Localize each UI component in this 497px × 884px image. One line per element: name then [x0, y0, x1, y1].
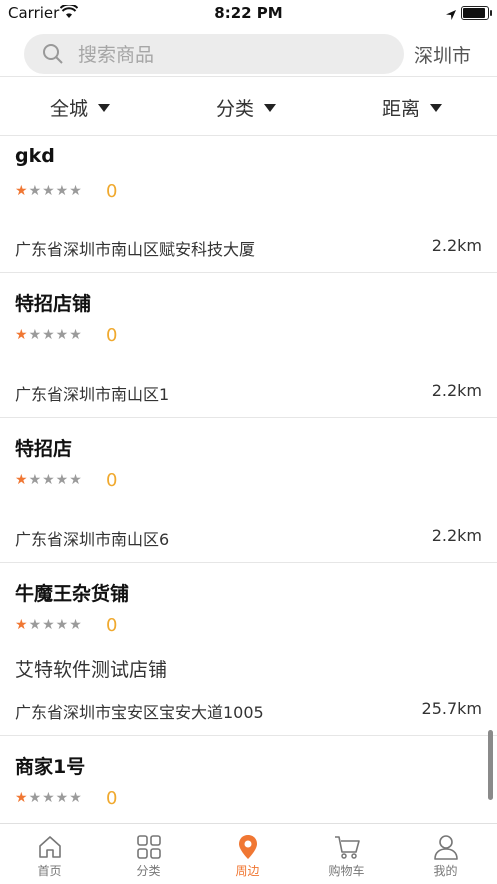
store-distance: 2.2km	[431, 236, 482, 255]
store-item[interactable]: 特招店 ★★★★★ 0 广东省深圳市南山区6 2.2km	[0, 418, 497, 563]
store-name: 牛魔王杂货铺	[15, 583, 130, 605]
store-name: 特招店铺	[15, 293, 92, 315]
tab-cart[interactable]: 购物车	[297, 824, 396, 884]
status-bar: Carrier 8:22 PM	[0, 0, 497, 28]
category-icon	[136, 835, 161, 859]
store-distance: 25.7km	[421, 699, 482, 718]
triangle-down-icon	[98, 103, 111, 112]
filter-distance-label: 距离	[382, 98, 421, 120]
store-address: 广东省深圳市宝安区宝安大道1005	[15, 703, 264, 722]
triangle-down-icon	[430, 103, 443, 112]
search-box[interactable]	[24, 34, 404, 76]
scrollbar[interactable]	[488, 730, 493, 800]
store-address: 广东省深圳市南山区6	[15, 530, 170, 549]
location-pin-icon	[238, 835, 257, 859]
tab-mine-label: 我的	[433, 864, 458, 878]
filter-area[interactable]: 全城	[50, 94, 111, 121]
store-item[interactable]: 牛魔王杂货铺 ★★★★★ 0 艾特软件测试店铺 广东省深圳市宝安区宝安大道100…	[0, 563, 497, 736]
rating-score: 0	[106, 615, 118, 636]
search-input[interactable]	[76, 34, 380, 76]
tab-home-label: 首页	[37, 864, 62, 878]
tab-nearby-label: 周边	[235, 864, 260, 878]
rating-stars: ★★★★★	[15, 327, 83, 343]
store-list: gkd ★★★★★ 0 广东省深圳市南山区赋安科技大厦 2.2km 特招店铺 ★…	[0, 135, 497, 823]
store-distance: 2.2km	[431, 381, 482, 400]
rating-stars: ★★★★★	[15, 183, 83, 199]
rating-stars: ★★★★★	[15, 790, 83, 806]
tab-cart-label: 购物车	[328, 864, 365, 878]
tab-home[interactable]: 首页	[0, 824, 99, 884]
rating-stars: ★★★★★	[15, 472, 83, 488]
store-name: gkd	[15, 145, 55, 167]
tab-category[interactable]: 分类	[99, 824, 198, 884]
store-item[interactable]: 特招店铺 ★★★★★ 0 广东省深圳市南山区1 2.2km	[0, 273, 497, 418]
store-name: 商家1号	[15, 756, 86, 778]
store-address: 广东省深圳市南山区1	[15, 385, 170, 404]
city-selector[interactable]: 深圳市	[414, 41, 471, 68]
store-description: 艾特软件测试店铺	[15, 659, 168, 681]
store-item[interactable]: 商家1号 ★★★★★ 0	[0, 736, 497, 823]
cart-icon	[334, 836, 360, 859]
triangle-down-icon	[264, 103, 277, 112]
store-name: 特招店	[15, 438, 73, 460]
tab-bar: 首页 分类 周边 购物车 我的	[0, 823, 497, 884]
filter-area-label: 全城	[50, 98, 89, 120]
search-icon	[42, 43, 64, 69]
rating-score: 0	[106, 470, 118, 491]
status-time: 8:22 PM	[214, 4, 283, 22]
filter-category[interactable]: 分类	[216, 94, 277, 121]
filter-bar: 全城 分类 距离	[0, 76, 497, 136]
store-distance: 2.2km	[431, 526, 482, 545]
rating-stars: ★★★★★	[15, 617, 83, 633]
search-header: 深圳市	[0, 28, 497, 76]
store-address: 广东省深圳市南山区赋安科技大厦	[15, 240, 256, 259]
store-item[interactable]: gkd ★★★★★ 0 广东省深圳市南山区赋安科技大厦 2.2km	[0, 135, 497, 273]
tab-category-label: 分类	[136, 864, 161, 878]
location-arrow-icon	[445, 6, 457, 25]
user-icon	[433, 835, 458, 860]
rating-score: 0	[106, 325, 118, 346]
rating-score: 0	[106, 181, 118, 202]
tab-nearby[interactable]: 周边	[198, 824, 297, 884]
home-icon	[38, 836, 61, 858]
tab-mine[interactable]: 我的	[396, 824, 495, 884]
rating-score: 0	[106, 788, 118, 809]
battery-icon	[461, 6, 492, 20]
filter-category-label: 分类	[216, 98, 255, 120]
filter-distance[interactable]: 距离	[382, 94, 443, 121]
